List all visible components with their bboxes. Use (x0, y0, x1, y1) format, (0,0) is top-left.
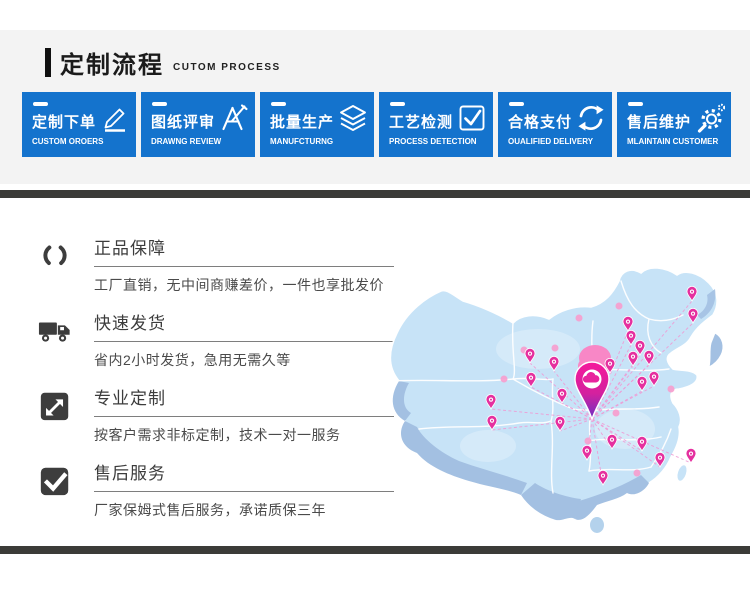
china-map-svg (383, 261, 750, 547)
step-subtitle: CUSTOM OROERS (32, 137, 130, 146)
divider-bottom (0, 546, 750, 554)
feature-title: 售后服务 (94, 453, 394, 492)
drafting-compass-icon (219, 103, 249, 133)
process-steps-row: 定制下单 CUSTOM OROERS 图纸评审 DRAWNG REVIEW 批量… (22, 92, 731, 157)
feature-description: 厂家保姆式售后服务，承诺质保三年 (94, 500, 428, 520)
feature-description: 按客户需求非标定制，技术一对一服务 (94, 425, 428, 445)
feature-list: 正品保障 工厂直销，无中间商赚差价，一件也享批发价 快速发货 省内2小时发货，急… (36, 228, 428, 528)
layers-icon (338, 103, 368, 133)
step-dash (271, 102, 286, 106)
section-subtitle: CUTOM PROCESS (173, 62, 281, 73)
hands-icon (38, 238, 72, 274)
process-step-process-detection: 工艺检测 PROCESS DETECTION (379, 92, 493, 157)
truck-icon (38, 313, 72, 349)
feature-professional-custom: 专业定制 按客户需求非标定制，技术一对一服务 (36, 378, 428, 453)
step-dash (628, 102, 643, 106)
process-step-custom-order: 定制下单 CUSTOM OROERS (22, 92, 136, 157)
feature-title: 专业定制 (94, 378, 394, 417)
step-dash (509, 102, 524, 106)
step-dash (152, 102, 167, 106)
step-subtitle: MLAINTAIN CUSTOMER (627, 137, 725, 146)
header-accent-bar (45, 48, 51, 77)
resize-arrow-icon (38, 388, 72, 424)
process-step-qualified-delivery: 合格支付 OUALIFIED DELIVERY (498, 92, 612, 157)
taiwan-island (675, 464, 689, 483)
process-step-drawing-review: 图纸评审 DRAWNG REVIEW (141, 92, 255, 157)
step-subtitle: PROCESS DETECTION (389, 137, 487, 146)
feature-after-sale-service: 售后服务 厂家保姆式售后服务，承诺质保三年 (36, 453, 428, 528)
feature-title: 正品保障 (94, 228, 394, 267)
check-icon (38, 463, 72, 499)
gear-service-icon (695, 103, 725, 133)
step-subtitle: DRAWNG REVIEW (151, 137, 249, 146)
feature-description: 省内2小时发货，急用无需久等 (94, 350, 428, 370)
pencil-icon (100, 103, 130, 133)
feature-description: 工厂直销，无中间商赚差价，一件也享批发价 (94, 275, 428, 295)
china-distribution-map (383, 261, 750, 547)
feature-title: 快速发货 (94, 303, 394, 342)
feature-genuine-guarantee: 正品保障 工厂直销，无中间商赚差价，一件也享批发价 (36, 228, 428, 303)
divider-top (0, 190, 750, 198)
section-title: 定制流程 (60, 45, 164, 80)
step-dash (390, 102, 405, 106)
process-step-after-sale-maintain: 售后维护 MLAINTAIN CUSTOMER (617, 92, 731, 157)
section-header: 定制流程 CUTOM PROCESS (45, 46, 281, 78)
china-mainland-shape (390, 268, 717, 520)
check-square-icon (457, 103, 487, 133)
step-subtitle: OUALIFIED DELIVERY (508, 137, 606, 146)
process-step-manufacturing: 批量生产 MANUFCTURNG (260, 92, 374, 157)
feature-fast-delivery: 快速发货 省内2小时发货，急用无需久等 (36, 303, 428, 378)
step-subtitle: MANUFCTURNG (270, 137, 368, 146)
refresh-arrows-icon (576, 103, 606, 133)
hainan-island (590, 517, 605, 534)
step-dash (33, 102, 48, 106)
